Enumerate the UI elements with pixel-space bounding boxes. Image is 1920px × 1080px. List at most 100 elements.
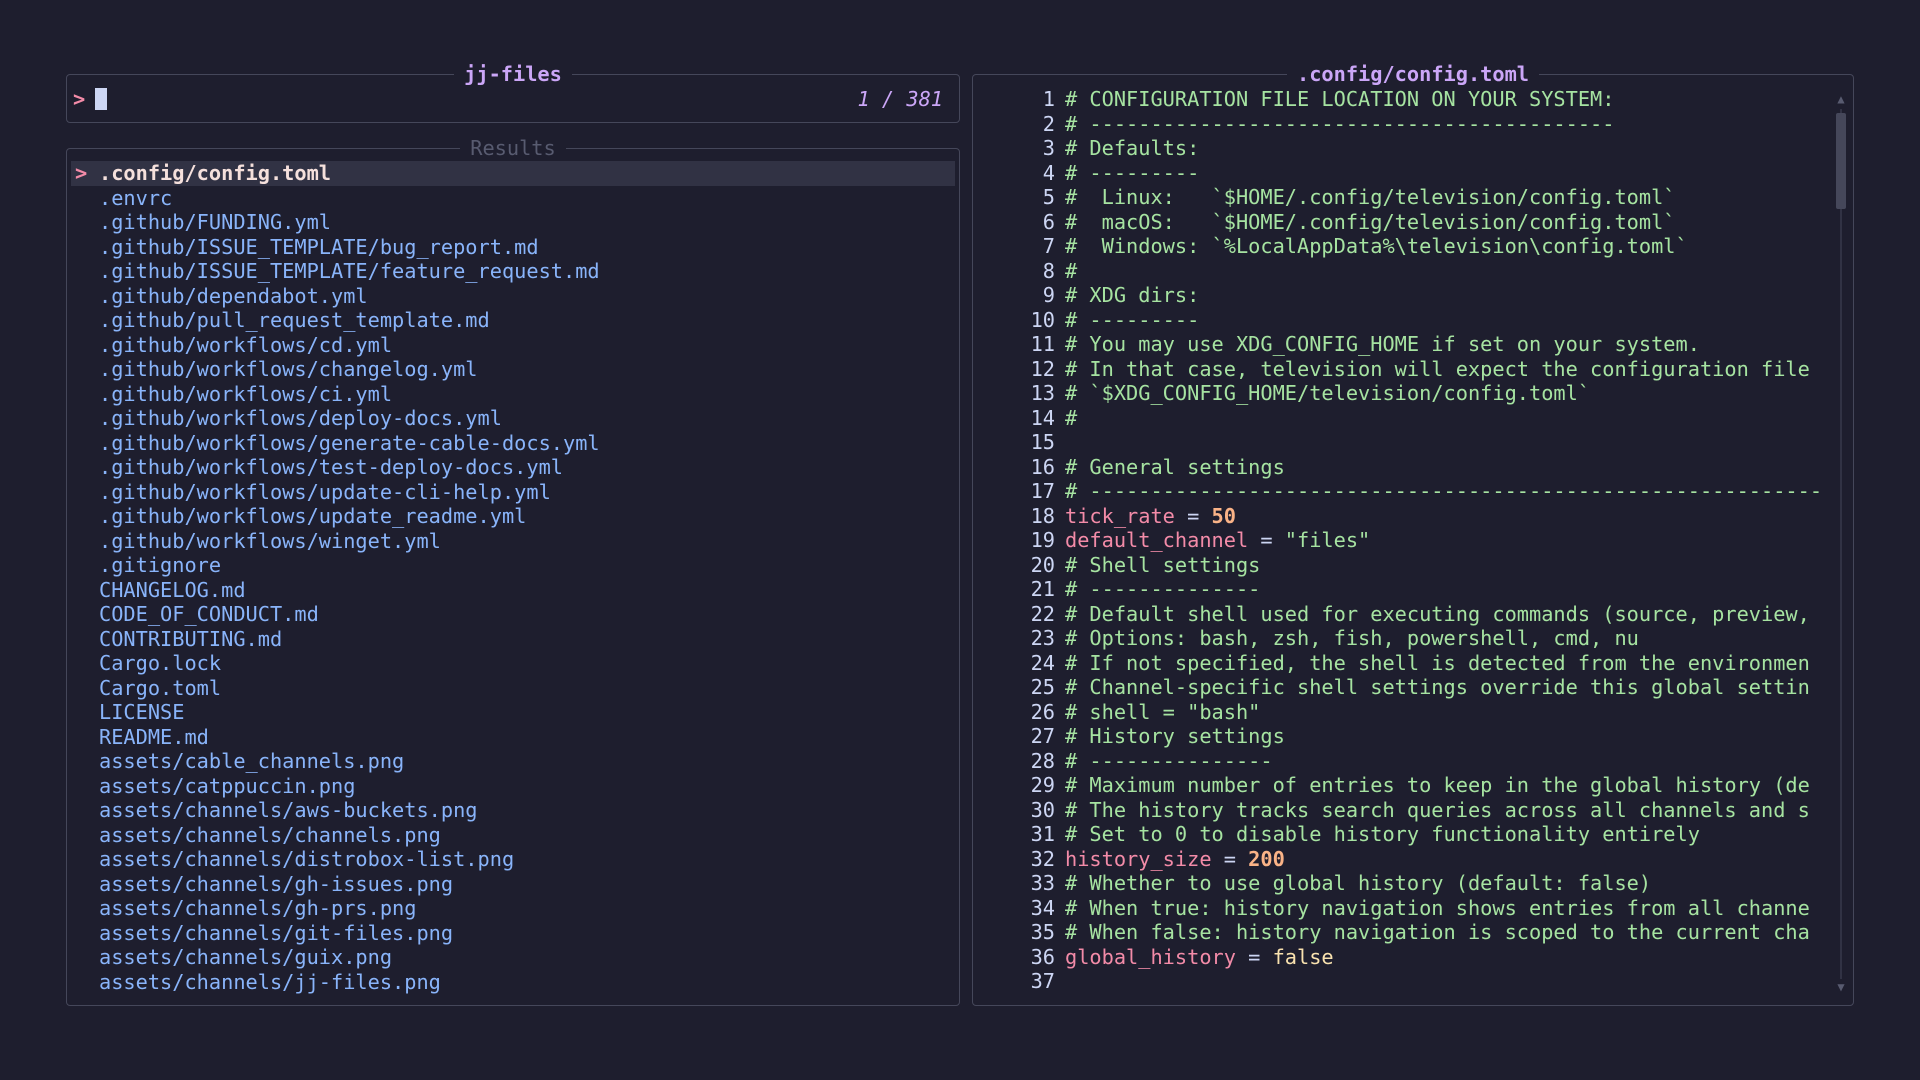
code-token: # --------------	[1065, 577, 1261, 601]
result-path: .github/FUNDING.yml	[99, 210, 331, 234]
result-item[interactable]: assets/channels/gh-prs.png	[71, 896, 955, 921]
scrollbar-thumb[interactable]	[1836, 113, 1846, 209]
preview-scrollbar[interactable]: ▲ ▼	[1835, 93, 1847, 993]
result-item[interactable]: .github/workflows/changelog.yml	[71, 357, 955, 382]
results-title: Results	[67, 136, 959, 160]
result-item[interactable]: Cargo.toml	[71, 676, 955, 701]
preview-line: 2 # -------------------------------------…	[983, 112, 1833, 137]
result-item[interactable]: .github/FUNDING.yml	[71, 210, 955, 235]
preview-line: 18 tick_rate = 50	[983, 504, 1833, 529]
code-token: # If not specified, the shell is detecte…	[1065, 650, 1810, 675]
result-path: assets/channels/guix.png	[99, 945, 393, 969]
result-item[interactable]: .github/workflows/test-deploy-docs.yml	[71, 455, 955, 480]
line-number: 34	[1030, 895, 1055, 920]
line-number: 22	[1030, 601, 1055, 626]
scroll-up-icon[interactable]: ▲	[1835, 93, 1847, 105]
result-path: CHANGELOG.md	[99, 577, 246, 602]
code-token: =	[1174, 503, 1212, 528]
result-item[interactable]: Cargo.lock	[71, 651, 955, 676]
code-token: # When false: history navigation is scop…	[1065, 920, 1810, 944]
result-item[interactable]: .github/workflows/cd.yml	[71, 333, 955, 358]
preview-line: 17 # ------------------------------------…	[983, 479, 1833, 504]
result-item[interactable]: CHANGELOG.md	[71, 578, 955, 603]
result-item[interactable]: assets/channels/distrobox-list.png	[71, 847, 955, 872]
result-path: .github/workflows/test-deploy-docs.yml	[99, 455, 563, 479]
result-item[interactable]: assets/channels/jj-files.png	[71, 970, 955, 995]
result-path: CONTRIBUTING.md	[99, 626, 283, 651]
code-token: # ---------	[1065, 160, 1200, 185]
result-item[interactable]: .envrc	[71, 186, 955, 211]
code-token: 200	[1248, 846, 1285, 871]
result-item[interactable]: .github/workflows/winget.yml	[71, 529, 955, 554]
result-path: .github/workflows/winget.yml	[99, 528, 441, 553]
result-item-selected[interactable]: > .config/config.toml	[71, 161, 955, 186]
result-item[interactable]: LICENSE	[71, 700, 955, 725]
line-number: 27	[1030, 724, 1055, 748]
result-item[interactable]: assets/channels/aws-buckets.png	[71, 798, 955, 823]
preview-line: 11 # You may use XDG_CONFIG_HOME if set o…	[983, 332, 1833, 357]
code-token: # CONFIGURATION FILE LOCATION ON YOUR SY…	[1065, 87, 1615, 111]
result-path: .github/workflows/cd.yml	[99, 332, 393, 357]
result-path: CODE_OF_CONDUCT.md	[99, 602, 319, 626]
result-item[interactable]: .github/workflows/update_readme.yml	[71, 504, 955, 529]
result-item[interactable]: README.md	[71, 725, 955, 750]
result-path: assets/channels/distrobox-list.png	[99, 847, 515, 871]
preview-line: 3 # Defaults:	[983, 136, 1833, 161]
result-item[interactable]: .github/pull_request_template.md	[71, 308, 955, 333]
preview-line: 28 # ---------------	[983, 749, 1833, 774]
result-item[interactable]: .github/workflows/generate-cable-docs.ym…	[71, 431, 955, 456]
preview-line: 23 # Options: bash, zsh, fish, powershell…	[983, 626, 1833, 651]
result-item[interactable]: .github/ISSUE_TEMPLATE/feature_request.m…	[71, 259, 955, 284]
result-path: .envrc	[99, 185, 173, 210]
preview-line: 5 # Linux: `$HOME/.config/television/conf…	[983, 185, 1833, 210]
preview-line: 16 # General settings	[983, 455, 1833, 480]
channel-title: jj-files	[67, 62, 959, 86]
line-number: 30	[1030, 797, 1055, 822]
code-token: # Options: bash, zsh, fish, powershell, …	[1065, 626, 1639, 650]
scroll-down-icon[interactable]: ▼	[1835, 981, 1847, 993]
code-token: history_size	[1065, 846, 1212, 871]
line-number: 13	[1030, 381, 1055, 405]
result-item[interactable]: assets/channels/guix.png	[71, 945, 955, 970]
line-number: 36	[1030, 944, 1055, 969]
result-item[interactable]: .github/workflows/ci.yml	[71, 382, 955, 407]
preview-line: 30 # The history tracks search queries ac…	[983, 798, 1833, 823]
result-item[interactable]: .github/workflows/deploy-docs.yml	[71, 406, 955, 431]
results-list[interactable]: > .config/config.toml .envrc .github/FUNDIN…	[71, 161, 955, 994]
preview-line: 10 # ---------	[983, 308, 1833, 333]
scrollbar-track[interactable]	[1840, 109, 1842, 979]
result-item[interactable]: assets/channels/channels.png	[71, 823, 955, 848]
result-item[interactable]: .github/ISSUE_TEMPLATE/bug_report.md	[71, 235, 955, 260]
result-item[interactable]: CONTRIBUTING.md	[71, 627, 955, 652]
preview-line: 34 # When true: history navigation shows …	[983, 896, 1833, 921]
line-number: 25	[1030, 675, 1055, 699]
result-item[interactable]: .github/workflows/update-cli-help.yml	[71, 480, 955, 505]
preview-line: 36 global_history = false	[983, 945, 1833, 970]
result-path: assets/channels/git-files.png	[99, 920, 454, 945]
result-item[interactable]: assets/catppuccin.png	[71, 774, 955, 799]
result-item[interactable]: assets/channels/gh-issues.png	[71, 872, 955, 897]
result-item[interactable]: .gitignore	[71, 553, 955, 578]
line-number: 21	[1030, 577, 1055, 601]
line-number: 15	[1030, 430, 1055, 454]
search-panel: jj-files > 1 / 381	[66, 62, 960, 123]
code-token: # Default shell used for executing comma…	[1065, 601, 1810, 626]
code-token: false	[1272, 944, 1334, 969]
result-path: Cargo.toml	[99, 675, 222, 700]
result-item[interactable]: assets/cable_channels.png	[71, 749, 955, 774]
code-token: default_channel	[1065, 528, 1249, 552]
result-path: assets/channels/jj-files.png	[99, 969, 441, 994]
text-cursor	[95, 88, 108, 110]
result-item[interactable]: CODE_OF_CONDUCT.md	[71, 602, 955, 627]
code-token: # ---------	[1065, 307, 1200, 332]
code-token: # In that case, television will expect t…	[1065, 356, 1810, 381]
code-token: # Set to 0 to disable history functional…	[1065, 822, 1700, 846]
search-input[interactable]: > 1 / 381	[73, 87, 943, 111]
result-item[interactable]: assets/channels/git-files.png	[71, 921, 955, 946]
result-path: .github/workflows/update-cli-help.yml	[99, 479, 551, 504]
line-number: 8	[1042, 258, 1055, 283]
result-item[interactable]: .github/dependabot.yml	[71, 284, 955, 309]
result-path: assets/channels/channels.png	[99, 822, 441, 847]
preview-content[interactable]: 1 # CONFIGURATION FILE LOCATION ON YOUR S…	[983, 87, 1833, 994]
line-number: 6	[1042, 209, 1055, 234]
